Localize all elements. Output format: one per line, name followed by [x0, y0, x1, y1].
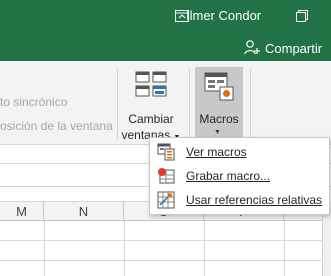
ribbon-separator — [117, 69, 118, 139]
macros-label: Macros — [199, 112, 239, 126]
cell-grid[interactable] — [0, 221, 331, 276]
reset-window-position-item: osición de la ventana — [0, 119, 113, 133]
chevron-down-icon: ▼ — [214, 129, 221, 136]
menu-item-relative-references[interactable]: Usar referencias relativas — [150, 188, 329, 212]
menu-item-label: Usar referencias relativas — [186, 193, 323, 207]
user-name[interactable]: Ilmer Condor — [186, 8, 261, 23]
column-header-n[interactable]: N — [44, 202, 124, 222]
person-add-icon — [244, 39, 260, 58]
title-bar: Ilmer Condor — [0, 0, 331, 33]
macros-icon — [203, 71, 235, 106]
grid-line — [204, 221, 205, 276]
macros-button[interactable]: Macros ▼ — [195, 67, 243, 141]
ribbon-separator — [189, 69, 190, 139]
switch-windows-label-line1: Cambiar — [128, 112, 174, 126]
grid-line — [124, 221, 125, 276]
grid-line — [44, 221, 45, 276]
ribbon-display-options-icon[interactable] — [169, 4, 195, 28]
ribbon-separator — [250, 69, 251, 139]
macros-menu: Ver macros Grabar macro... Usar referenc… — [149, 137, 330, 215]
grid-line — [0, 240, 331, 241]
share-row: Compartir — [0, 33, 331, 61]
menu-item-label: Grabar macro... — [186, 169, 271, 183]
relative-references-icon — [157, 191, 175, 209]
column-header-m[interactable]: M — [0, 202, 44, 222]
switch-windows-button[interactable]: Cambiar ventanas ▼ — [121, 67, 181, 142]
menu-item-view-macros[interactable]: Ver macros — [150, 140, 329, 164]
grid-line — [284, 221, 285, 276]
synchronous-scrolling-item: to sincrónico — [0, 95, 68, 109]
switch-windows-icon — [135, 71, 167, 106]
record-macro-icon — [157, 167, 175, 185]
ribbon: to sincrónico osición de la ventana Camb… — [0, 61, 331, 145]
menu-item-label: Ver macros — [186, 145, 247, 159]
share-button[interactable]: Compartir — [244, 37, 322, 59]
view-macros-icon — [157, 143, 175, 161]
share-label: Compartir — [265, 40, 323, 56]
menu-item-record-macro[interactable]: Grabar macro... — [150, 164, 329, 188]
restore-window-icon[interactable] — [289, 4, 315, 28]
grid-line — [0, 260, 331, 261]
